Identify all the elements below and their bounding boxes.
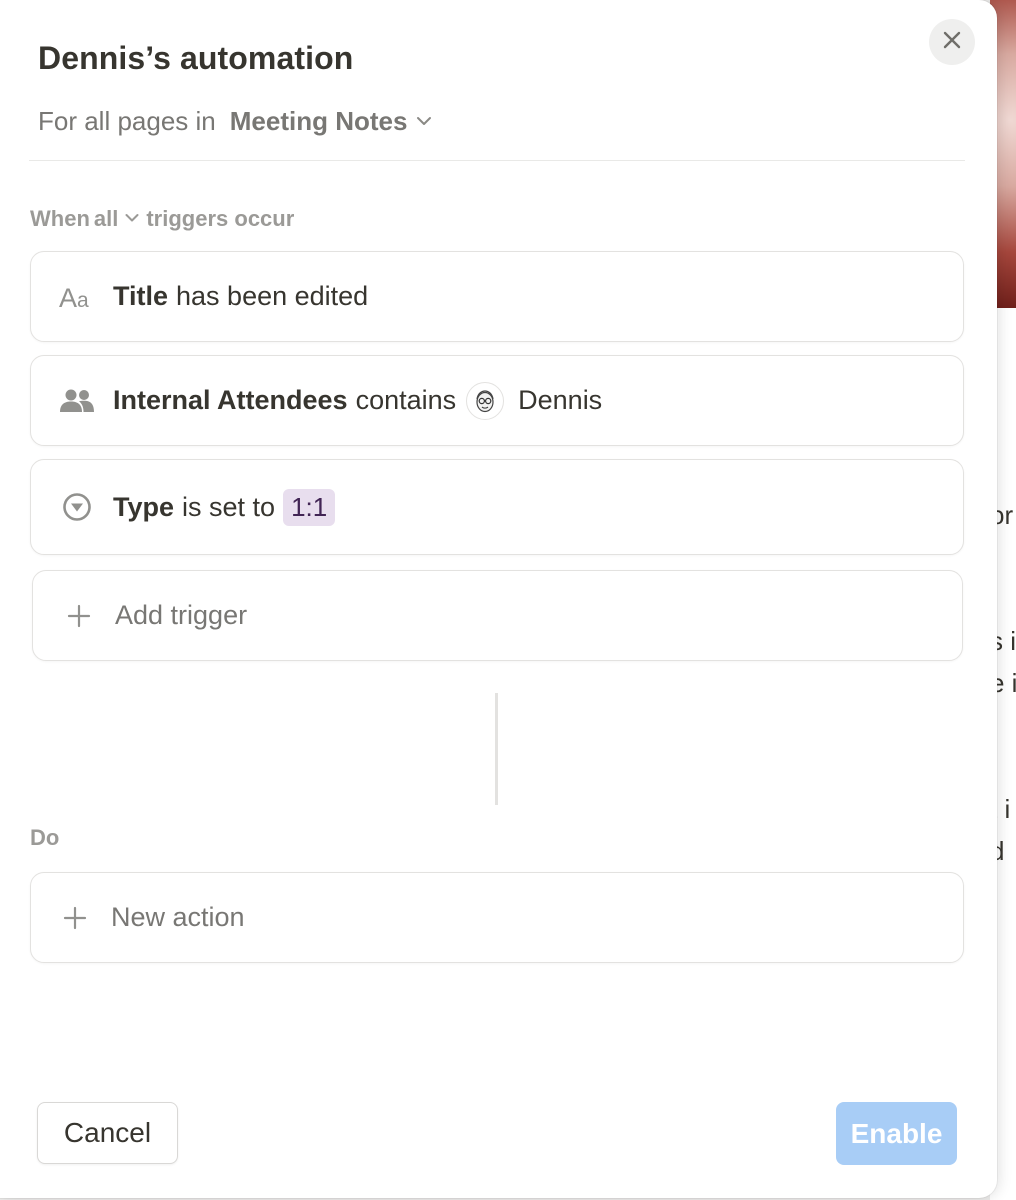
select-property-icon	[59, 489, 95, 525]
database-selector[interactable]: Meeting Notes	[230, 106, 434, 137]
plus-icon	[57, 900, 93, 936]
plus-icon	[61, 598, 97, 634]
triggers-label: When all triggers occur	[30, 206, 294, 232]
close-icon	[942, 30, 962, 55]
trigger-property: Internal Attendees	[113, 385, 348, 415]
trigger-mode-selector[interactable]: all	[94, 206, 140, 232]
trigger-property: Type	[113, 491, 175, 522]
trigger-mode-value: all	[93, 206, 119, 231]
people-icon	[59, 383, 95, 419]
automation-scope: For all pages in Meeting Notes	[38, 104, 433, 138]
cancel-button[interactable]: Cancel	[37, 1102, 178, 1164]
trigger-card[interactable]: Type is set to 1:1	[30, 459, 964, 555]
trigger-property: Title	[113, 281, 169, 311]
enable-button[interactable]: Enable	[836, 1102, 957, 1165]
add-trigger-button[interactable]: Add trigger	[32, 570, 963, 661]
trigger-condition: has been edited	[176, 281, 369, 311]
scope-prefix: For all pages in	[38, 105, 216, 136]
avatar	[466, 381, 505, 420]
trigger-condition: contains	[355, 385, 457, 415]
trigger-value-person: Dennis	[518, 385, 603, 415]
chevron-down-icon	[415, 106, 433, 137]
triggers-suffix: triggers occur	[146, 206, 295, 231]
header-divider	[29, 160, 965, 161]
database-name: Meeting Notes	[229, 105, 408, 136]
text-property-icon: A a	[59, 279, 95, 315]
dialog-title: Dennis’s automation	[38, 40, 354, 76]
add-trigger-label: Add trigger	[115, 600, 248, 630]
flow-connector-line	[495, 693, 498, 805]
chevron-down-icon	[124, 206, 140, 232]
new-action-label: New action	[111, 902, 245, 932]
svg-text:A: A	[59, 283, 77, 312]
select-option-tag: 1:1	[283, 488, 336, 526]
svg-text:a: a	[77, 289, 89, 312]
new-action-button[interactable]: New action	[30, 872, 964, 963]
trigger-card[interactable]: Internal Attendees contains Dennis	[30, 355, 964, 446]
automation-dialog: Dennis’s automation For all pages in Mee…	[0, 0, 997, 1198]
close-button[interactable]	[929, 19, 975, 65]
when-text: When	[30, 206, 90, 231]
trigger-condition: is set to	[182, 491, 276, 522]
actions-label: Do	[30, 825, 60, 850]
trigger-card[interactable]: A a Title has been edited	[30, 251, 964, 342]
